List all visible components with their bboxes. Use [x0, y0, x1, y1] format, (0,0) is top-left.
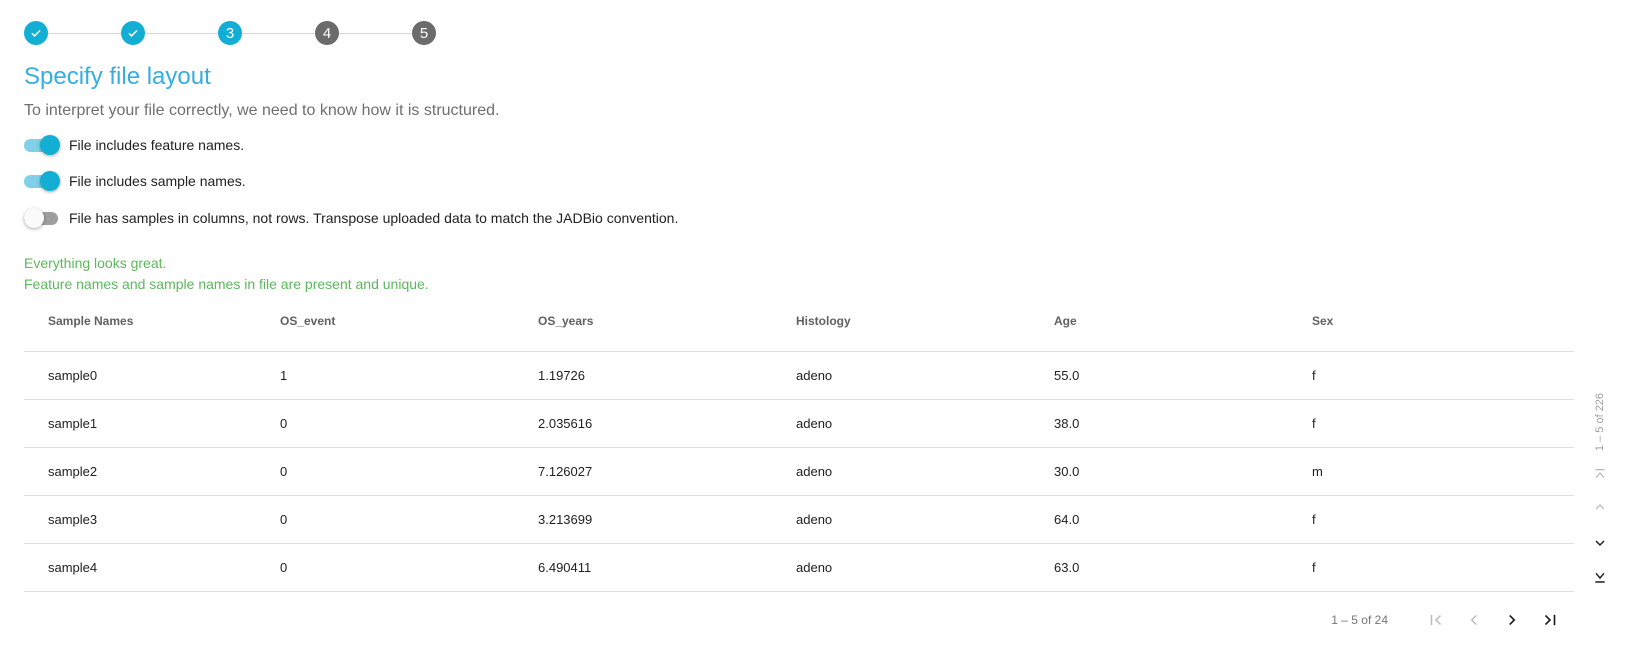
table-cell: 7.126027: [538, 447, 796, 496]
first-page-button[interactable]: [1424, 608, 1448, 632]
table-cell: 6.490411: [538, 543, 796, 592]
table-row: sample1 0 2.035616 adeno 38.0 f: [24, 399, 1574, 448]
step-2-complete[interactable]: [121, 21, 145, 45]
row-range-label: 1 – 5 of 24: [1331, 613, 1388, 627]
last-page-icon: [1595, 572, 1605, 583]
table-row: sample2 0 7.126027 adeno 30.0 m: [24, 447, 1574, 496]
last-columns-button[interactable]: [1590, 568, 1610, 588]
step-3-active[interactable]: 3: [218, 21, 242, 45]
table-cell: 30.0: [1054, 447, 1312, 496]
check-icon: [128, 29, 138, 37]
table-cell: 64.0: [1054, 495, 1312, 544]
data-preview-table: Sample Names OS_event OS_years Histology…: [24, 290, 1574, 592]
table-cell: 1.19726: [538, 351, 796, 400]
last-page-button[interactable]: [1538, 608, 1562, 632]
column-paginator: 1 – 5 of 226: [1588, 386, 1612, 596]
table-cell: 0: [280, 447, 538, 496]
table-cell: 0: [280, 495, 538, 544]
table-cell: f: [1312, 495, 1574, 544]
first-page-icon: [1430, 614, 1442, 626]
step-1-complete[interactable]: [24, 21, 48, 45]
step-connector: [145, 32, 218, 34]
sample-names-label: File includes sample names.: [69, 173, 246, 189]
page-title: Specify file layout: [24, 63, 211, 90]
first-page-icon: [1595, 469, 1605, 479]
table-header-row: Sample Names OS_event OS_years Histology…: [24, 290, 1574, 352]
table-cell: adeno: [796, 495, 1054, 544]
next-page-button[interactable]: [1500, 608, 1524, 632]
table-cell: adeno: [796, 543, 1054, 592]
column-header: Sex: [1312, 290, 1574, 352]
column-header: Age: [1054, 290, 1312, 352]
sample-names-toggle[interactable]: [24, 170, 60, 192]
step-5[interactable]: 5: [412, 21, 436, 45]
sample-names-toggle-row: File includes sample names.: [24, 170, 246, 192]
chevron-left-icon: [1470, 614, 1477, 626]
table-cell: 55.0: [1054, 351, 1312, 400]
transpose-label: File has samples in columns, not rows. T…: [69, 210, 679, 226]
page-subtitle: To interpret your file correctly, we nee…: [24, 102, 500, 119]
table-cell: f: [1312, 399, 1574, 448]
feature-names-toggle-row: File includes feature names.: [24, 134, 244, 156]
table-row: sample0 1 1.19726 adeno 55.0 f: [24, 351, 1574, 400]
row-paginator: 1 – 5 of 24: [1331, 608, 1562, 632]
feature-names-toggle[interactable]: [24, 134, 60, 156]
column-header: Histology: [796, 290, 1054, 352]
previous-columns-button[interactable]: [1590, 497, 1610, 517]
check-icon: [31, 29, 41, 37]
validation-message-1: Everything looks great.: [24, 255, 167, 271]
table-cell: 2.035616: [538, 399, 796, 448]
table-cell: 1: [280, 351, 538, 400]
table-cell: adeno: [796, 447, 1054, 496]
table-cell: sample3: [24, 495, 280, 544]
column-header: OS_years: [538, 290, 796, 352]
table-cell: 38.0: [1054, 399, 1312, 448]
chevron-up-icon: [1595, 504, 1605, 510]
table-cell: f: [1312, 351, 1574, 400]
column-range-label: 1 – 5 of 226: [1594, 392, 1606, 452]
table-cell: adeno: [796, 351, 1054, 400]
table-cell: 0: [280, 543, 538, 592]
table-row: sample4 0 6.490411 adeno 63.0 f: [24, 543, 1574, 592]
step-connector: [242, 32, 315, 34]
column-header: Sample Names: [24, 290, 280, 352]
step-connector: [48, 32, 121, 34]
table-cell: f: [1312, 543, 1574, 592]
column-header: OS_event: [280, 290, 538, 352]
last-page-icon: [1544, 614, 1556, 626]
previous-page-button[interactable]: [1462, 608, 1486, 632]
table-cell: adeno: [796, 399, 1054, 448]
feature-names-label: File includes feature names.: [69, 137, 245, 153]
chevron-down-icon: [1595, 540, 1605, 547]
table-cell: 3.213699: [538, 495, 796, 544]
step-connector: [339, 32, 412, 34]
table-cell: sample1: [24, 399, 280, 448]
transpose-toggle-row: File has samples in columns, not rows. T…: [24, 207, 678, 229]
table-cell: sample0: [24, 351, 280, 400]
table-cell: m: [1312, 447, 1574, 496]
table-cell: 63.0: [1054, 543, 1312, 592]
table-row: sample3 0 3.213699 adeno 64.0 f: [24, 495, 1574, 544]
first-columns-button[interactable]: [1590, 463, 1610, 483]
table-cell: sample4: [24, 543, 280, 592]
step-4[interactable]: 4: [315, 21, 339, 45]
stepper: 3 4 5: [24, 21, 436, 45]
chevron-right-icon: [1509, 614, 1516, 626]
transpose-toggle[interactable]: [24, 207, 60, 229]
table-cell: sample2: [24, 447, 280, 496]
table-cell: 0: [280, 399, 538, 448]
next-columns-button[interactable]: [1590, 533, 1610, 553]
